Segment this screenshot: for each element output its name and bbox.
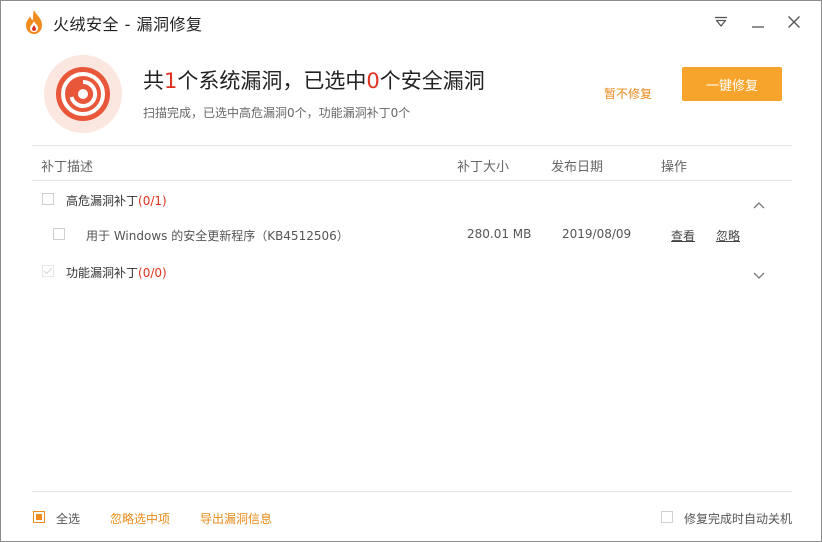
row-checkbox[interactable] <box>53 228 65 240</box>
summary-title: 共1个系统漏洞，已选中0个安全漏洞 <box>143 65 485 95</box>
table-top-divider <box>32 145 792 146</box>
summary-title-mid: 个系统漏洞，已选中 <box>177 69 367 93</box>
column-header-size: 补丁大小 <box>457 160 510 175</box>
ignore-patch-link[interactable]: 忽略 <box>716 227 740 244</box>
window-title: 火绒安全 - 漏洞修复 <box>53 15 203 34</box>
group-name: 高危漏洞补丁 <box>66 194 139 208</box>
minimize-icon[interactable] <box>745 9 771 35</box>
skip-repair-link[interactable]: 暂不修复 <box>604 85 652 102</box>
group-count: (0/1) <box>138 194 167 208</box>
column-header-action: 操作 <box>661 160 688 175</box>
select-all-label[interactable]: 全选 <box>56 510 80 527</box>
summary-title-suffix: 个安全漏洞 <box>379 69 485 93</box>
column-header-date: 发布日期 <box>551 160 604 175</box>
patch-description: 用于 Windows 的安全更新程序（KB4512506） <box>86 229 349 243</box>
title-bar: 火绒安全 - 漏洞修复 <box>1 1 821 43</box>
group-count: (0/0) <box>138 266 167 280</box>
summary-subtitle: 扫描完成，已选中高危漏洞0个，功能漏洞补丁0个 <box>143 106 411 120</box>
summary-title-prefix: 共 <box>143 69 164 93</box>
menu-dropdown-icon[interactable] <box>708 9 734 35</box>
ignore-selected-link[interactable]: 忽略选中项 <box>110 510 170 527</box>
auto-shutdown-label[interactable]: 修复完成时自动关机 <box>684 510 792 527</box>
selected-vulnerability-count: 0 <box>366 69 380 93</box>
footer-divider <box>32 491 792 492</box>
table-header-divider <box>32 180 792 181</box>
patch-size: 280.01 MB <box>467 227 532 241</box>
group-name: 功能漏洞补丁 <box>66 266 139 280</box>
flame-logo-icon <box>23 9 45 35</box>
total-vulnerability-count: 1 <box>164 69 178 93</box>
main-window: 火绒安全 - 漏洞修复 共1个系统漏洞，已选中0个安全漏洞 扫描完成，已选中高危… <box>0 0 822 542</box>
chevron-up-icon[interactable] <box>752 195 766 209</box>
auto-shutdown-checkbox[interactable] <box>661 511 673 523</box>
patch-date: 2019/08/09 <box>562 227 632 241</box>
select-all-checkbox[interactable] <box>33 511 45 523</box>
group-checkbox-functional[interactable] <box>42 265 54 277</box>
view-patch-link[interactable]: 查看 <box>671 227 695 244</box>
close-icon[interactable] <box>781 9 807 35</box>
column-header-description: 补丁描述 <box>41 160 94 175</box>
vulnerability-shield-icon <box>44 55 122 133</box>
one-click-repair-button[interactable]: 一键修复 <box>682 67 782 101</box>
group-label-high-risk: 高危漏洞补丁(0/1) <box>66 192 167 209</box>
export-vulnerability-info-link[interactable]: 导出漏洞信息 <box>200 510 272 527</box>
chevron-down-icon[interactable] <box>752 266 766 279</box>
group-checkbox-high-risk[interactable] <box>42 193 54 205</box>
group-label-functional: 功能漏洞补丁(0/0) <box>66 264 167 281</box>
